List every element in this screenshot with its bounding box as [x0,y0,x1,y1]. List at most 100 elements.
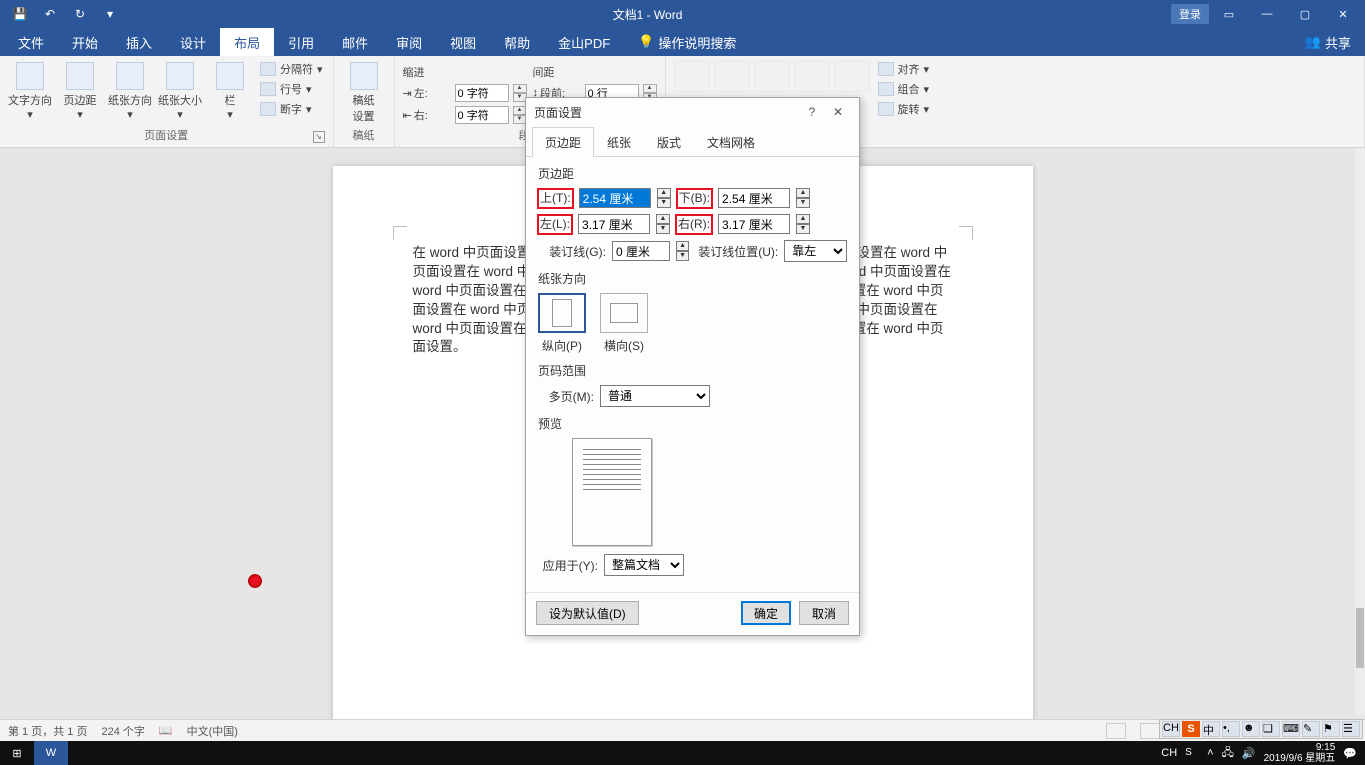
group-objects-button[interactable]: 组合▾ [876,80,932,98]
share-button[interactable]: 👥 共享 [1291,28,1365,56]
landscape-option[interactable]: 横向(S) [600,293,648,354]
close-button[interactable]: ✕ [1325,2,1361,26]
margin-top-input[interactable] [579,188,651,208]
margin-bottom-input[interactable] [718,188,790,208]
multi-select[interactable]: 普通 [600,385,710,407]
dialog-help-button[interactable]: ? [799,105,825,119]
dtab-layout[interactable]: 版式 [644,127,694,157]
taskbar-word-icon[interactable]: W [34,741,68,765]
spin-up[interactable]: ▲ [676,241,689,251]
ime-item[interactable]: ✎ [1302,721,1320,737]
spin-down[interactable]: ▼ [796,224,810,234]
indent-left-input[interactable] [455,84,509,102]
dtab-margins[interactable]: 页边距 [532,127,594,157]
tab-kspdf[interactable]: 金山PDF [544,28,624,56]
minimize-button[interactable]: — [1249,2,1285,26]
spin-down[interactable]: ▼ [676,251,689,261]
tab-file[interactable]: 文件 [4,28,58,56]
breaks-button[interactable]: 分隔符▾ [258,60,325,78]
cancel-button[interactable]: 取消 [799,601,849,625]
gutter-pos-select[interactable]: 靠左 [784,240,847,262]
spin-down[interactable]: ▼ [657,198,671,208]
ime-item[interactable]: ⚑ [1322,721,1340,737]
tab-home[interactable]: 开始 [58,28,112,56]
tab-references[interactable]: 引用 [274,28,328,56]
undo-button[interactable]: ↶ [36,2,64,26]
selection-pane-button[interactable] [834,60,870,92]
word-count[interactable]: 224 个字 [101,723,144,739]
columns-button[interactable]: 栏▾ [208,60,252,125]
orientation-button[interactable]: 纸张方向▾ [108,60,152,125]
dialog-close-button[interactable]: ✕ [825,105,851,119]
print-layout-button[interactable] [1140,723,1160,739]
sogou-logo-icon[interactable]: S [1182,721,1200,737]
blueprint-button[interactable]: 稿纸 设置 [342,60,386,125]
spin-down[interactable]: ▼ [796,198,810,208]
spin-down[interactable]: ▼ [656,224,670,234]
tray-sogou-icon[interactable]: S [1185,746,1199,760]
ok-button[interactable]: 确定 [741,601,791,625]
size-button[interactable]: 纸张大小▾ [158,60,202,125]
tray-ime-icon[interactable]: CH [1161,747,1177,759]
spin-up[interactable]: ▲ [796,214,810,224]
proofing-icon[interactable]: 📖 [159,724,173,737]
read-mode-button[interactable] [1106,723,1126,739]
portrait-option[interactable]: 纵向(P) [538,293,586,354]
ime-item[interactable]: ☻ [1242,721,1260,737]
indent-right-input[interactable] [455,106,509,124]
rotate-button[interactable]: 旋转▾ [876,100,932,118]
page-setup-launcher[interactable]: ↘ [313,131,325,143]
send-backward-button[interactable] [794,60,830,92]
notifications-icon[interactable]: 💬 [1343,747,1357,760]
login-button[interactable]: 登录 [1171,4,1209,24]
language-status[interactable]: 中文(中国) [187,723,238,739]
redo-button[interactable]: ↻ [66,2,94,26]
ime-item[interactable]: 中 [1202,721,1220,737]
set-default-button[interactable]: 设为默认值(D) [536,601,639,625]
dtab-paper[interactable]: 纸张 [594,127,644,157]
spin-up[interactable]: ▲ [796,188,810,198]
ime-item[interactable]: ❏ [1262,721,1280,737]
ime-item[interactable]: ⌨ [1282,721,1300,737]
bring-forward-button[interactable] [754,60,790,92]
text-direction-button[interactable]: 文字方向▾ [8,60,52,125]
taskbar-clock[interactable]: 9:15 2019/9/6 星期五 [1264,742,1336,764]
tab-design[interactable]: 设计 [166,28,220,56]
save-button[interactable]: 💾 [6,2,34,26]
dtab-grid[interactable]: 文档网格 [694,127,768,157]
hyphenation-button[interactable]: 断字▾ [258,100,325,118]
gutter-input[interactable] [612,241,670,261]
vertical-scrollbar[interactable] [1355,148,1365,715]
align-button[interactable]: 对齐▾ [876,60,932,78]
tab-mailings[interactable]: 邮件 [328,28,382,56]
scroll-thumb[interactable] [1356,608,1364,668]
margin-left-input[interactable] [578,214,650,234]
tab-view[interactable]: 视图 [436,28,490,56]
wrap-button[interactable] [714,60,750,92]
tell-me-search[interactable]: 💡 操作说明搜索 [624,28,750,56]
maximize-button[interactable]: ▢ [1287,2,1323,26]
ime-item[interactable]: CH [1162,721,1180,737]
ime-item[interactable]: ☰ [1342,721,1360,737]
tab-help[interactable]: 帮助 [490,28,544,56]
spin-up[interactable]: ▲ [513,84,527,93]
spin-up[interactable]: ▲ [643,84,657,93]
tray-network-icon[interactable]: 🖧 [1222,744,1234,763]
spin-up[interactable]: ▲ [656,214,670,224]
ribbon-options-button[interactable]: ▭ [1211,2,1247,26]
position-button[interactable] [674,60,710,92]
ime-item[interactable]: •, [1222,721,1240,737]
spin-up[interactable]: ▲ [657,188,671,198]
qat-dropdown[interactable]: ▾ [96,2,124,26]
tray-volume-icon[interactable]: 🔊 [1242,747,1256,760]
page-status[interactable]: 第 1 页，共 1 页 [8,723,87,739]
margins-button[interactable]: 页边距▾ [58,60,102,125]
tab-review[interactable]: 审阅 [382,28,436,56]
tab-insert[interactable]: 插入 [112,28,166,56]
start-button[interactable]: ⊞ [0,741,34,765]
apply-to-select[interactable]: 整篇文档 [604,554,684,576]
line-numbers-button[interactable]: 行号▾ [258,80,325,98]
margin-right-input[interactable] [718,214,790,234]
tab-layout[interactable]: 布局 [220,28,274,56]
tray-up-icon[interactable]: ˄ [1207,747,1213,759]
